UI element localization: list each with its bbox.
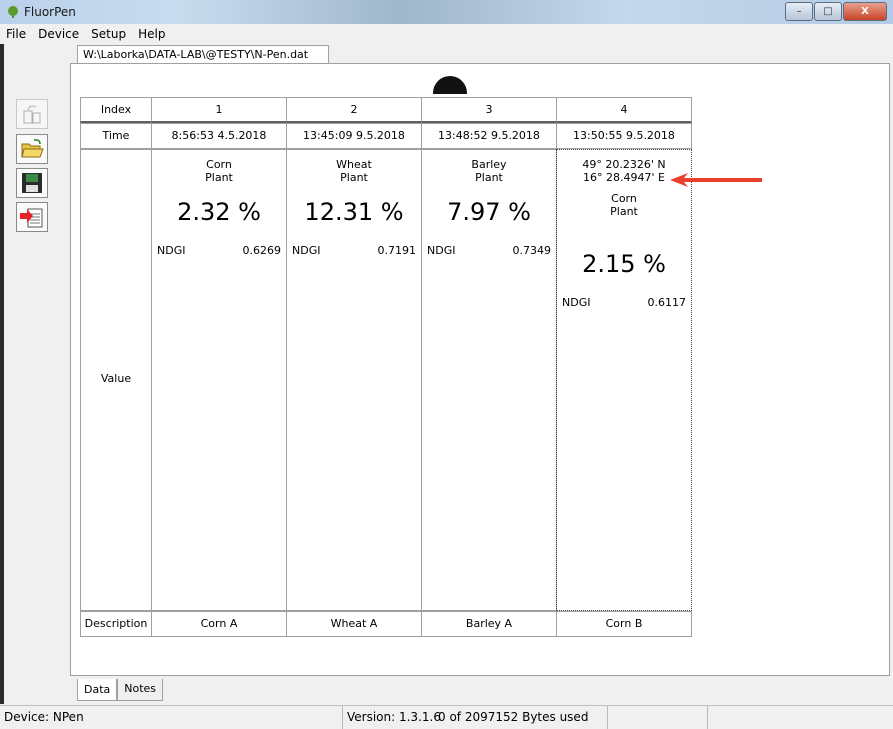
status-memory: 0 of 2097152 Bytes used — [438, 710, 589, 724]
time-row: Time 8:56:53 4.5.2018 13:45:09 9.5.2018 … — [80, 123, 692, 149]
value-cell[interactable]: Corn Plant 2.32 % NDGI 0.6269 — [151, 149, 287, 611]
crop-label: Corn Plant — [205, 158, 233, 184]
export-icon — [20, 208, 43, 228]
value-cell[interactable]: Barley Plant 7.97 % NDGI 0.7349 — [421, 149, 557, 611]
index-cell[interactable]: 2 — [286, 97, 422, 123]
open-folder-icon — [21, 139, 44, 158]
close-button[interactable]: X — [843, 2, 887, 21]
maximize-button[interactable]: □ — [814, 2, 842, 21]
row-header-value: Value — [80, 149, 152, 611]
description-cell[interactable]: Corn B — [556, 611, 692, 637]
row-header-index: Index — [80, 97, 152, 123]
status-version: Version: 1.3.1.6 0 of 2097152 Bytes used — [343, 706, 608, 729]
file-tab[interactable]: W:\Laborka\DATA-LAB\@TESTY\N-Pen.dat — [77, 45, 329, 63]
row-header-time: Time — [80, 123, 152, 149]
value-cell[interactable]: Wheat Plant 12.31 % NDGI 0.7191 — [286, 149, 422, 611]
ndgi-value: 0.6117 — [647, 296, 687, 309]
row-header-description: Description — [80, 611, 152, 637]
ndgi-readout: NDGI 0.6269 — [157, 244, 281, 257]
status-empty-1 — [608, 706, 708, 729]
tab-data[interactable]: Data — [77, 679, 118, 701]
time-cell[interactable]: 8:56:53 4.5.2018 — [151, 123, 287, 149]
ndgi-label: NDGI — [157, 244, 186, 257]
index-cell[interactable]: 4 — [556, 97, 692, 123]
device-download-button[interactable] — [16, 99, 48, 129]
crop-label: Corn Plant — [610, 192, 638, 218]
ndgi-readout: NDGI 0.7349 — [427, 244, 551, 257]
bottom-tabs: Data Notes — [77, 679, 164, 701]
description-cell[interactable]: Corn A — [151, 611, 287, 637]
index-cell[interactable]: 3 — [421, 97, 557, 123]
time-cell[interactable]: 13:45:09 9.5.2018 — [286, 123, 422, 149]
time-cell[interactable]: 13:48:52 9.5.2018 — [421, 123, 557, 149]
minimize-button[interactable]: – — [785, 2, 813, 21]
crop-label: Barley Plant — [471, 158, 507, 184]
data-panel: Index 1 2 3 4 Time 8:56:53 4.5.2018 13:4… — [70, 63, 890, 676]
menu-file[interactable]: File — [0, 27, 32, 41]
menu-help[interactable]: Help — [132, 27, 171, 41]
save-floppy-icon — [22, 173, 42, 193]
value-cell-selected[interactable]: 49° 20.2326' N 16° 28.4947' E Corn Plant 2… — [556, 149, 692, 611]
title-bar: FluorPen – □ X — [0, 0, 893, 25]
description-row: Description Corn A Wheat A Barley A Corn… — [80, 611, 692, 637]
percent-value: 12.31 % — [304, 198, 404, 226]
value-row: Value Corn Plant 2.32 % NDGI 0.6269 Wheat… — [80, 149, 692, 611]
device-download-icon — [23, 105, 41, 124]
red-arrow-icon — [670, 173, 762, 187]
percent-value: 2.15 % — [582, 250, 666, 278]
window-edge — [0, 44, 4, 704]
percent-value: 7.97 % — [447, 198, 531, 226]
ndgi-label: NDGI — [562, 296, 591, 309]
status-bar: Device: NPen Version: 1.3.1.6 0 of 209715… — [0, 705, 893, 729]
menu-device[interactable]: Device — [32, 27, 85, 41]
row-header-value-label: Value — [100, 372, 132, 385]
ndgi-readout: NDGI 0.6117 — [562, 296, 686, 309]
window-title: FluorPen — [24, 5, 76, 19]
status-device: Device: NPen — [0, 706, 343, 729]
ndgi-value: 0.7191 — [377, 244, 417, 257]
open-file-button[interactable] — [16, 134, 48, 164]
menu-setup[interactable]: Setup — [85, 27, 132, 41]
description-cell[interactable]: Wheat A — [286, 611, 422, 637]
leaf-app-icon — [8, 6, 18, 18]
ndgi-value: 0.7349 — [512, 244, 552, 257]
time-cell[interactable]: 13:50:55 9.5.2018 — [556, 123, 692, 149]
export-button[interactable] — [16, 202, 48, 232]
index-cell[interactable]: 1 — [151, 97, 287, 123]
tab-notes[interactable]: Notes — [117, 679, 164, 701]
description-cell[interactable]: Barley A — [421, 611, 557, 637]
percent-value: 2.32 % — [177, 198, 261, 226]
menu-bar: File Device Setup Help — [0, 24, 893, 44]
save-button[interactable] — [16, 168, 48, 198]
ndgi-label: NDGI — [427, 244, 456, 257]
ndgi-readout: NDGI 0.7191 — [292, 244, 416, 257]
left-toolbar — [0, 44, 50, 704]
index-row: Index 1 2 3 4 — [80, 97, 692, 123]
ndgi-label: NDGI — [292, 244, 321, 257]
crop-label: Wheat Plant — [336, 158, 372, 184]
ndgi-value: 0.6269 — [242, 244, 282, 257]
